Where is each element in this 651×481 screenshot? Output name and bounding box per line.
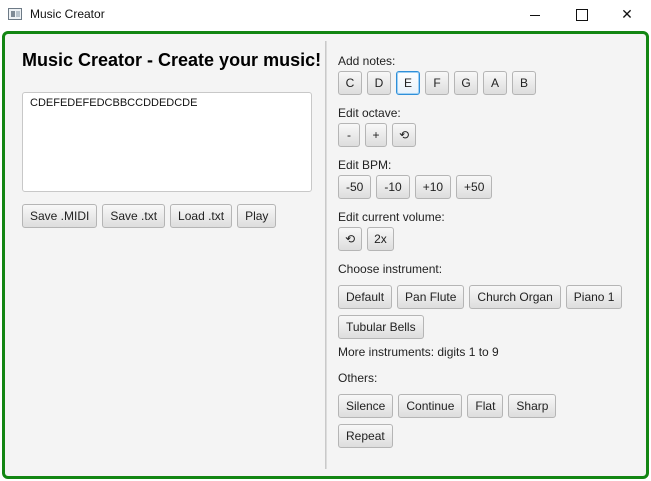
save-txt-button[interactable]: Save .txt: [102, 204, 166, 228]
bpm-buttons: -50 -10 +10 +50: [338, 175, 493, 199]
note-d-button[interactable]: D: [367, 71, 391, 95]
instrument-piano-1-button[interactable]: Piano 1: [565, 285, 623, 309]
continue-button[interactable]: Continue: [398, 394, 463, 418]
bpm-plus-10-button[interactable]: +10: [414, 175, 452, 199]
volume-double-button[interactable]: 2x: [367, 227, 394, 251]
edit-octave-label: Edit octave:: [338, 106, 401, 120]
window-titlebar: Music Creator ✕: [0, 0, 651, 30]
more-instruments-hint: More instruments: digits 1 to 9: [338, 345, 499, 359]
volume-buttons: ⟲ 2x: [338, 227, 394, 251]
octave-buttons: - + ⟲: [338, 123, 417, 147]
note-g-button[interactable]: G: [454, 71, 478, 95]
app-main-panel: Music Creator - Create your music! CDEFE…: [2, 31, 649, 479]
controls-panel: Add notes: C D E F G A B Edit octave: - …: [338, 34, 638, 476]
silence-button[interactable]: Silence: [338, 394, 394, 418]
minimize-button[interactable]: [512, 0, 558, 30]
note-c-button[interactable]: C: [338, 71, 362, 95]
flat-button[interactable]: Flat: [467, 394, 504, 418]
octave-down-button[interactable]: -: [338, 123, 360, 147]
octave-up-button[interactable]: +: [365, 123, 387, 147]
repeat-button[interactable]: Repeat: [338, 424, 393, 448]
others-buttons-row-1: Silence Continue Flat Sharp: [338, 394, 557, 418]
note-a-button[interactable]: A: [483, 71, 507, 95]
panel-divider[interactable]: [325, 41, 327, 469]
close-button[interactable]: ✕: [604, 0, 650, 30]
sharp-button[interactable]: Sharp: [508, 394, 557, 418]
octave-reset-button[interactable]: ⟲: [392, 123, 417, 147]
notes-textarea[interactable]: CDEFEDEFEDCBBCCDDEDCDE: [22, 92, 312, 192]
save-midi-button[interactable]: Save .MIDI: [22, 204, 98, 228]
maximize-button[interactable]: [558, 0, 604, 30]
edit-volume-label: Edit current volume:: [338, 210, 445, 224]
instrument-pan-flute-button[interactable]: Pan Flute: [397, 285, 465, 309]
edit-bpm-label: Edit BPM:: [338, 158, 392, 172]
others-buttons-row-2: Repeat: [338, 424, 393, 448]
volume-reset-button[interactable]: ⟲: [338, 227, 363, 251]
instrument-tubular-bells-button[interactable]: Tubular Bells: [338, 315, 424, 339]
instrument-buttons-row-2: Tubular Bells: [338, 315, 424, 339]
window-title: Music Creator: [30, 7, 105, 21]
app-window-icon: [8, 8, 22, 20]
bpm-minus-50-button[interactable]: -50: [338, 175, 372, 199]
bpm-plus-50-button[interactable]: +50: [456, 175, 493, 199]
bpm-minus-10-button[interactable]: -10: [376, 175, 410, 199]
page-title: Music Creator - Create your music!: [22, 50, 322, 70]
others-label: Others:: [338, 371, 378, 385]
load-txt-button[interactable]: Load .txt: [170, 204, 233, 228]
note-f-button[interactable]: F: [425, 71, 449, 95]
choose-instrument-label: Choose instrument:: [338, 262, 443, 276]
instrument-buttons-row-1: Default Pan Flute Church Organ Piano 1: [338, 285, 623, 309]
note-e-button[interactable]: E: [396, 71, 420, 95]
file-actions: Save .MIDI Save .txt Load .txt Play: [22, 204, 277, 228]
note-b-button[interactable]: B: [512, 71, 536, 95]
instrument-church-organ-button[interactable]: Church Organ: [469, 285, 561, 309]
play-button[interactable]: Play: [237, 204, 277, 228]
instrument-default-button[interactable]: Default: [338, 285, 393, 309]
composition-panel: Music Creator - Create your music! CDEFE…: [5, 34, 324, 476]
note-buttons: C D E F G A B: [338, 71, 536, 95]
add-notes-label: Add notes:: [338, 54, 396, 68]
